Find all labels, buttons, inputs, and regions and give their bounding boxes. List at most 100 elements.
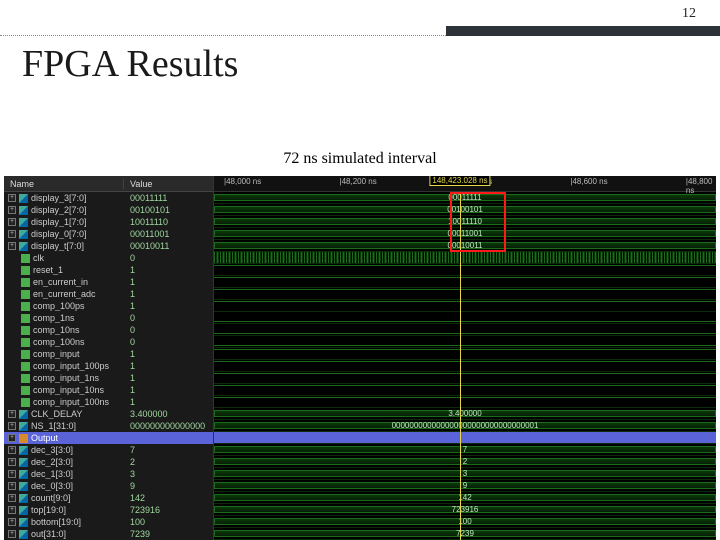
waveform-track[interactable] (214, 276, 716, 288)
signal-name-cell[interactable]: comp_1ns (4, 313, 124, 323)
column-name-header[interactable]: Name (4, 179, 124, 189)
signal-row[interactable]: comp_100ns0 (4, 336, 213, 348)
signal-row[interactable]: clk0 (4, 252, 213, 264)
signal-row[interactable]: en_current_adc1 (4, 288, 213, 300)
expand-icon[interactable]: + (8, 194, 16, 202)
expand-icon[interactable]: + (8, 518, 16, 526)
expand-icon[interactable]: + (8, 446, 16, 454)
waveform-track[interactable] (214, 348, 716, 360)
waveform-track[interactable] (214, 372, 716, 384)
waveform-track[interactable] (214, 336, 716, 348)
waveform-track[interactable]: 3.400000 (214, 408, 716, 420)
signal-name-cell[interactable]: +dec_1[3:0] (4, 469, 124, 479)
signal-name-cell[interactable]: +display_2[7:0] (4, 205, 124, 215)
expand-icon[interactable]: + (8, 506, 16, 514)
signal-name-cell[interactable]: +count[9:0] (4, 493, 124, 503)
signal-row[interactable]: reset_11 (4, 264, 213, 276)
waveform-track[interactable] (214, 300, 716, 312)
signal-row[interactable]: +dec_1[3:0]3 (4, 468, 213, 480)
expand-icon[interactable]: + (8, 530, 16, 538)
expand-icon[interactable]: + (8, 410, 16, 418)
waveform-track[interactable] (214, 396, 716, 408)
signal-name-cell[interactable]: clk (4, 253, 124, 263)
expand-icon[interactable]: + (8, 434, 16, 442)
waveform-track[interactable]: 3 (214, 468, 716, 480)
waveform-track[interactable] (214, 252, 716, 264)
signal-name-cell[interactable]: +display_3[7:0] (4, 193, 124, 203)
waveform-track[interactable] (214, 312, 716, 324)
waveform-track[interactable] (214, 288, 716, 300)
expand-icon[interactable]: + (8, 218, 16, 226)
signal-name-cell[interactable]: en_current_in (4, 277, 124, 287)
signal-name-cell[interactable]: comp_input_1ns (4, 373, 124, 383)
signal-name-cell[interactable]: +top[19:0] (4, 505, 124, 515)
waveform-track[interactable]: 723916 (214, 504, 716, 516)
signal-row[interactable]: +out[31:0]7239 (4, 528, 213, 540)
signal-row[interactable]: +count[9:0]142 (4, 492, 213, 504)
signal-row[interactable]: +display_3[7:0]00011111 (4, 192, 213, 204)
signal-row[interactable]: +CLK_DELAY3.400000 (4, 408, 213, 420)
signal-row[interactable]: +Output (4, 432, 213, 444)
waveform-area[interactable]: 148,423.028 ns |48,000 ns|48,200 ns|48,4… (214, 176, 716, 540)
signal-name-cell[interactable]: +dec_0[3:0] (4, 481, 124, 491)
signal-row[interactable]: +display_t[7:0]00010011 (4, 240, 213, 252)
signal-name-cell[interactable]: +display_1[7:0] (4, 217, 124, 227)
signal-name-cell[interactable]: +dec_2[3:0] (4, 457, 124, 467)
signal-row[interactable]: +bottom[19:0]100 (4, 516, 213, 528)
expand-icon[interactable]: + (8, 482, 16, 490)
signal-name-cell[interactable]: comp_100ns (4, 337, 124, 347)
waveform-track[interactable] (214, 384, 716, 396)
expand-icon[interactable]: + (8, 242, 16, 250)
signal-row[interactable]: +display_1[7:0]10011110 (4, 216, 213, 228)
signal-row[interactable]: comp_input_10ns1 (4, 384, 213, 396)
signal-row[interactable]: en_current_in1 (4, 276, 213, 288)
signal-name-cell[interactable]: +out[31:0] (4, 529, 124, 539)
signal-row[interactable]: +display_2[7:0]00100101 (4, 204, 213, 216)
signal-row[interactable]: comp_input_100ps1 (4, 360, 213, 372)
signal-name-cell[interactable]: +display_0[7:0] (4, 229, 124, 239)
signal-name-cell[interactable]: +NS_1[31:0] (4, 421, 124, 431)
signal-row[interactable]: +display_0[7:0]00011001 (4, 228, 213, 240)
signal-name-cell[interactable]: comp_input_100ns (4, 397, 124, 407)
signal-name-cell[interactable]: +CLK_DELAY (4, 409, 124, 419)
signal-name-cell[interactable]: +bottom[19:0] (4, 517, 124, 527)
signal-row[interactable]: +dec_3[3:0]7 (4, 444, 213, 456)
signal-name-cell[interactable]: comp_100ps (4, 301, 124, 311)
expand-icon[interactable]: + (8, 230, 16, 238)
signal-row[interactable]: +dec_2[3:0]2 (4, 456, 213, 468)
signal-row[interactable]: comp_10ns0 (4, 324, 213, 336)
expand-icon[interactable]: + (8, 470, 16, 478)
waveform-track[interactable] (214, 264, 716, 276)
signal-name-cell[interactable]: +display_t[7:0] (4, 241, 124, 251)
signal-row[interactable]: +NS_1[31:0]000000000000000 (4, 420, 213, 432)
signal-name-cell[interactable]: +dec_3[3:0] (4, 445, 124, 455)
signal-row[interactable]: comp_input_1ns1 (4, 372, 213, 384)
time-ruler[interactable]: 148,423.028 ns |48,000 ns|48,200 ns|48,4… (214, 176, 716, 192)
signal-name-cell[interactable]: +Output (4, 433, 124, 443)
waveform-track[interactable] (214, 360, 716, 372)
waveform-track[interactable]: 000000000000000000000000000000001 (214, 420, 716, 432)
signal-name-cell[interactable]: comp_input_10ns (4, 385, 124, 395)
waveform-track[interactable]: 2 (214, 456, 716, 468)
waveform-track[interactable] (214, 324, 716, 336)
waveform-track[interactable] (214, 432, 716, 444)
signal-name-cell[interactable]: reset_1 (4, 265, 124, 275)
signal-name-cell[interactable]: comp_input_100ps (4, 361, 124, 371)
waveform-track[interactable]: 7 (214, 444, 716, 456)
signal-row[interactable]: comp_input_100ns1 (4, 396, 213, 408)
expand-icon[interactable]: + (8, 206, 16, 214)
signal-list[interactable]: +display_3[7:0]00011111+display_2[7:0]00… (4, 192, 213, 540)
signal-row[interactable]: +top[19:0]723916 (4, 504, 213, 516)
expand-icon[interactable]: + (8, 458, 16, 466)
signal-name-cell[interactable]: en_current_adc (4, 289, 124, 299)
waveform-track[interactable]: 9 (214, 480, 716, 492)
signal-row[interactable]: comp_1ns0 (4, 312, 213, 324)
signal-row[interactable]: comp_input1 (4, 348, 213, 360)
signal-row[interactable]: comp_100ps1 (4, 300, 213, 312)
waveform-track[interactable]: 100 (214, 516, 716, 528)
signal-row[interactable]: +dec_0[3:0]9 (4, 480, 213, 492)
expand-icon[interactable]: + (8, 422, 16, 430)
expand-icon[interactable]: + (8, 494, 16, 502)
waveform-tracks[interactable]: 0001111100100101100111100001100100010011… (214, 192, 716, 540)
waveform-track[interactable]: 7239 (214, 528, 716, 540)
